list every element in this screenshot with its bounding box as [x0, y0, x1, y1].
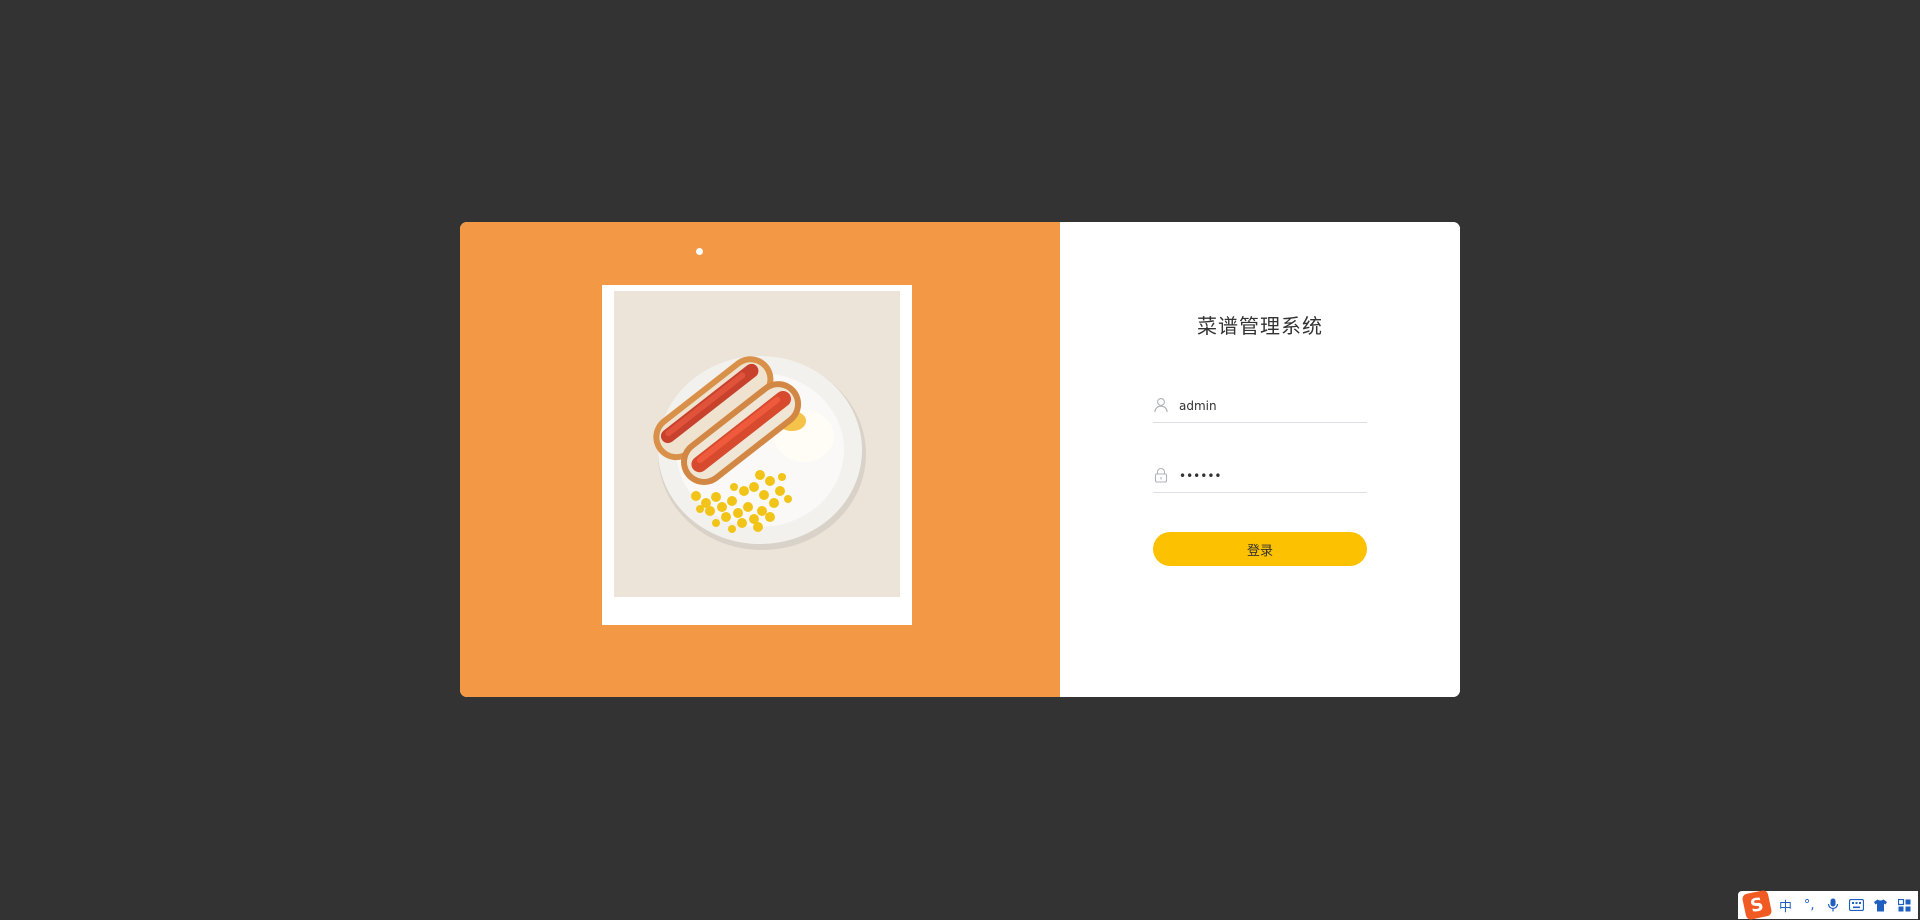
shirt-skin-icon[interactable] [1871, 895, 1891, 915]
banner-panel [460, 222, 1060, 697]
microphone-icon[interactable] [1823, 895, 1843, 915]
keyboard-icon[interactable] [1847, 895, 1867, 915]
carousel-indicator-dot[interactable] [696, 248, 703, 255]
login-card: 菜谱管理系统 登录 [460, 222, 1460, 697]
password-field [1153, 460, 1367, 493]
login-form-panel: 菜谱管理系统 登录 [1060, 222, 1460, 697]
page-title: 菜谱管理系统 [1197, 314, 1323, 338]
username-input[interactable] [1179, 394, 1365, 418]
photo-frame [602, 285, 912, 625]
sogou-logo-icon[interactable]: S [1741, 889, 1773, 920]
username-field [1153, 390, 1367, 423]
ime-punctuation-toggle[interactable]: °, [1799, 895, 1819, 915]
lock-icon [1153, 467, 1169, 483]
ime-language-toggle[interactable]: 中 [1776, 895, 1796, 915]
password-input[interactable] [1179, 464, 1365, 488]
grid-toolbox-icon[interactable] [1894, 895, 1914, 915]
user-icon [1153, 397, 1169, 413]
login-button[interactable]: 登录 [1153, 532, 1367, 566]
ime-toolbar: S 中 °, [1738, 889, 1918, 920]
hotdog-plate-photo [614, 291, 900, 597]
